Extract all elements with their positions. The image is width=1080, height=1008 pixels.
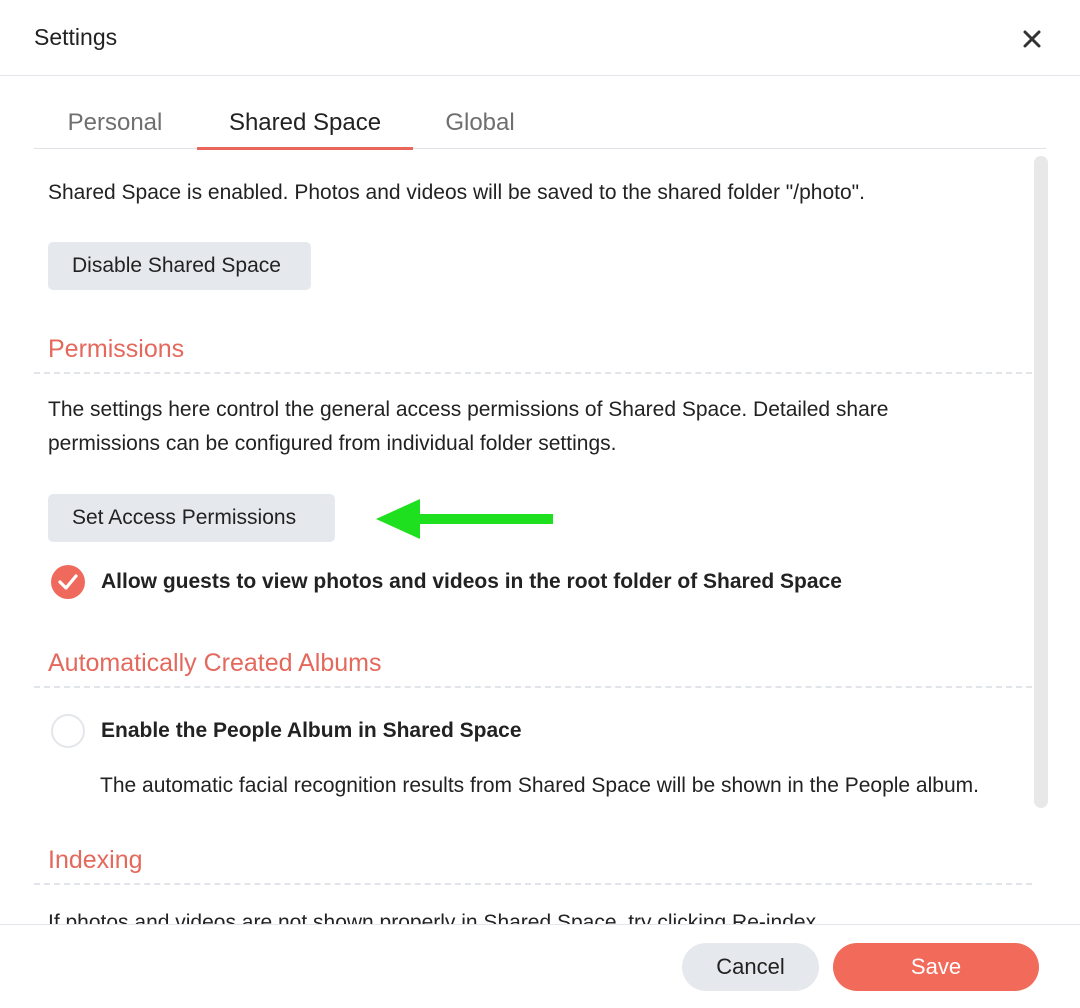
permissions-desc-line-2: permissions can be configured from indiv… — [48, 432, 617, 455]
permissions-divider — [34, 372, 1032, 374]
permissions-desc-line-1: The settings here control the general ac… — [48, 398, 889, 421]
allow-guests-row[interactable]: Allow guests to view photos and videos i… — [51, 565, 842, 599]
set-access-permissions-button[interactable]: Set Access Permissions — [48, 494, 335, 542]
indexing-title: Indexing — [48, 846, 143, 874]
albums-title: Automatically Created Albums — [48, 649, 382, 677]
people-album-row[interactable]: Enable the People Album in Shared Space — [51, 714, 522, 748]
allow-guests-label: Allow guests to view photos and videos i… — [101, 570, 842, 593]
people-album-checkbox[interactable] — [51, 714, 85, 748]
permissions-title: Permissions — [48, 335, 185, 363]
albums-divider — [34, 686, 1032, 688]
content-scrollbar[interactable] — [1034, 156, 1048, 808]
dialog-header: Settings — [0, 0, 1080, 76]
tab-personal[interactable]: Personal — [34, 96, 196, 149]
close-button[interactable] — [1015, 22, 1049, 56]
arrow-left-icon — [376, 499, 553, 539]
indexing-desc: If photos and videos are not shown prope… — [48, 911, 822, 924]
close-icon — [1023, 30, 1041, 48]
save-button[interactable]: Save — [833, 943, 1039, 991]
tab-global[interactable]: Global — [414, 96, 546, 149]
tab-bar: Personal Shared Space Global — [34, 96, 1046, 150]
allow-guests-checkbox[interactable] — [51, 565, 85, 599]
shared-space-status: Shared Space is enabled. Photos and vide… — [48, 181, 865, 204]
dialog-title: Settings — [34, 24, 118, 50]
check-icon — [58, 574, 78, 590]
people-album-label: Enable the People Album in Shared Space — [101, 719, 522, 742]
cancel-button[interactable]: Cancel — [682, 943, 819, 991]
disable-shared-space-button[interactable]: Disable Shared Space — [48, 242, 311, 290]
dialog-footer: Cancel Save — [0, 924, 1080, 1008]
tab-shared-space[interactable]: Shared Space — [197, 96, 413, 150]
people-album-desc: The automatic facial recognition results… — [100, 774, 979, 797]
indexing-divider — [34, 883, 1032, 885]
settings-dialog: Settings Personal Shared Space Global Sh… — [0, 0, 1080, 1008]
